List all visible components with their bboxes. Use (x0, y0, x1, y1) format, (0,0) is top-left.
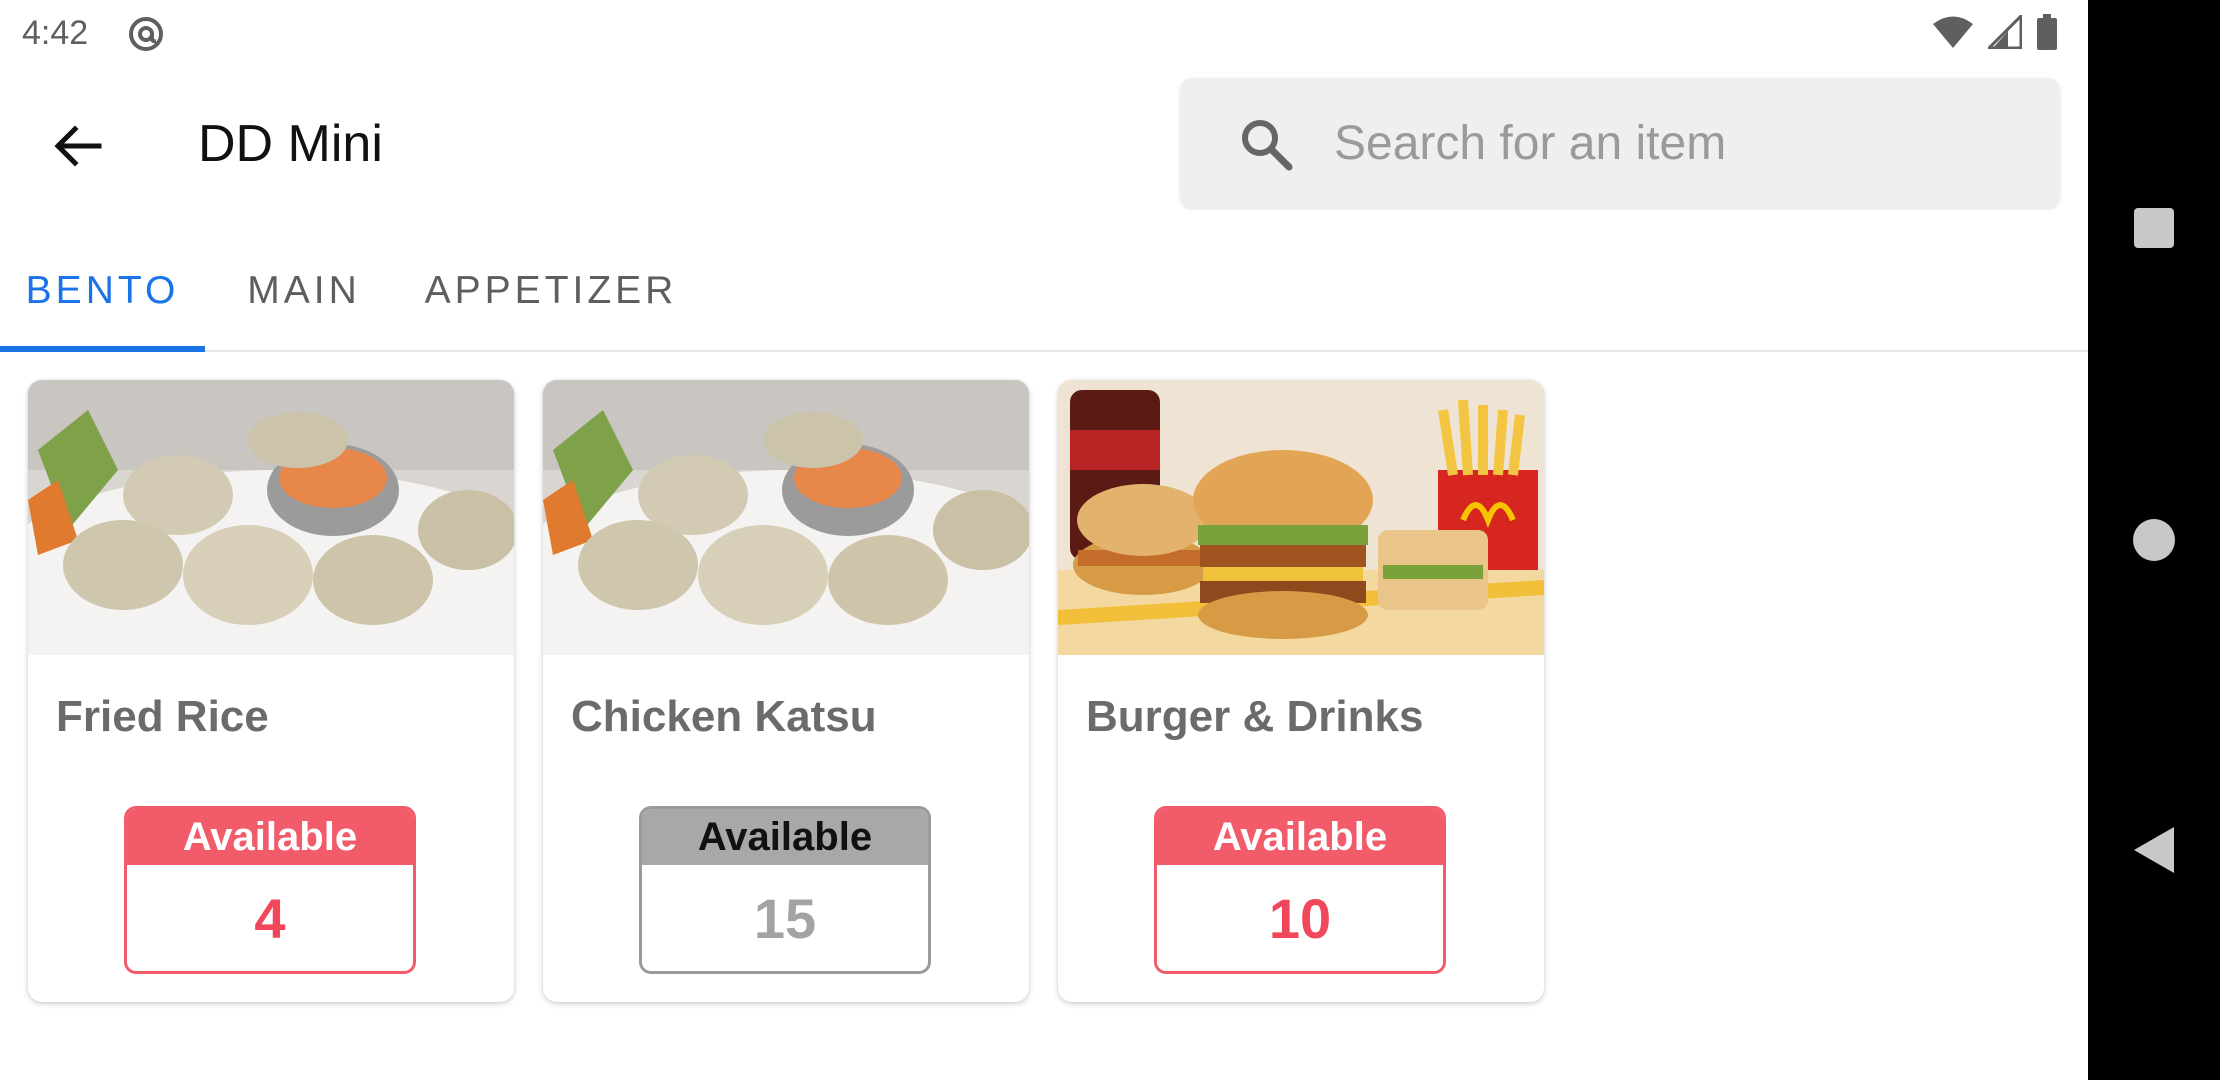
item-name: Chicken Katsu (571, 692, 877, 741)
search-input[interactable] (1334, 108, 2014, 178)
availability-label: Available (127, 809, 413, 865)
recents-button[interactable] (2088, 168, 2220, 288)
status-time: 4:42 (22, 14, 89, 52)
battery-icon (2037, 14, 2057, 50)
tab-bento[interactable]: BENTO (0, 230, 205, 352)
item-name: Burger & Drinks (1086, 692, 1424, 741)
tab-bento-label: BENTO (25, 269, 180, 312)
item-card-burger-drinks[interactable]: Burger & Drinks Available 10 (1058, 380, 1544, 1002)
dumplings-photo (28, 380, 514, 655)
home-icon (2133, 519, 2175, 561)
availability-count: 15 (753, 886, 817, 950)
recents-icon (2134, 208, 2174, 248)
back-button[interactable] (40, 108, 116, 184)
back-nav-button[interactable] (2088, 790, 2220, 910)
tab-appetizer[interactable]: APPETIZER (412, 230, 690, 352)
burgers-photo (1058, 380, 1544, 655)
availability-badge: Available 4 (124, 806, 416, 974)
wifi-icon (1933, 16, 1973, 48)
back-icon (2134, 827, 2174, 873)
availability-count: 4 (254, 886, 286, 950)
item-card-chicken-katsu[interactable]: Chicken Katsu Available 15 (543, 380, 1029, 1002)
availability-label: Available (1157, 809, 1443, 865)
availability-badge: Available 15 (639, 806, 931, 974)
status-bar: 4:42 (0, 0, 2088, 66)
tab-main[interactable]: MAIN (222, 230, 386, 352)
category-tabs: BENTO MAIN APPETIZER (0, 230, 2088, 352)
tab-main-label: MAIN (247, 269, 361, 312)
availability-label: Available (642, 809, 928, 865)
tab-indicator (0, 346, 205, 352)
availability-badge: Available 10 (1154, 806, 1446, 974)
page-title: DD Mini (198, 115, 383, 173)
at-sign-icon (129, 17, 163, 51)
item-card-fried-rice[interactable]: Fried Rice Available 4 (28, 380, 514, 1002)
arrow-back-icon (54, 125, 102, 167)
search-box[interactable] (1180, 78, 2060, 208)
status-icons (1932, 14, 2058, 50)
system-nav-bar (2088, 0, 2220, 1080)
availability-count: 10 (1268, 886, 1332, 950)
dumplings-photo (543, 380, 1029, 655)
tab-appetizer-label: APPETIZER (424, 269, 678, 312)
item-name: Fried Rice (56, 692, 269, 741)
search-icon (1242, 120, 1293, 171)
cell-signal-icon (1988, 15, 2022, 49)
home-button[interactable] (2088, 480, 2220, 600)
